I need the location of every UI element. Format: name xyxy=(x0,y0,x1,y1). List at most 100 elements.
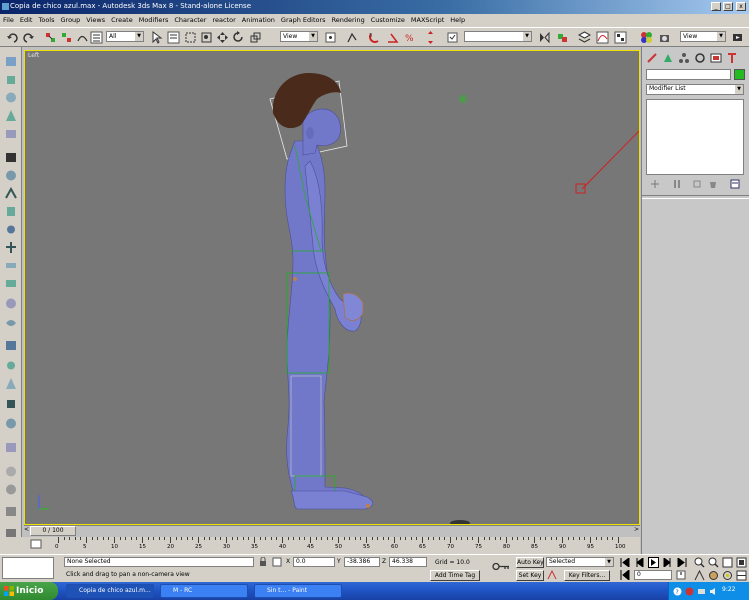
zoom-extents-all-icon[interactable] xyxy=(736,557,747,568)
selection-filter-dropdown[interactable]: All ▼ xyxy=(106,31,144,42)
viewport-label[interactable]: Left xyxy=(28,52,39,59)
menu-create[interactable]: Create xyxy=(108,14,136,24)
menu-file[interactable]: File xyxy=(0,14,17,24)
auto-key-button[interactable]: Auto Key xyxy=(516,557,544,568)
quick-render-icon[interactable] xyxy=(731,31,744,44)
mirror-icon[interactable] xyxy=(538,31,551,44)
pin-stack-icon[interactable] xyxy=(650,179,660,189)
select-and-move-icon[interactable] xyxy=(216,31,229,44)
window-crossing-icon[interactable] xyxy=(200,31,213,44)
tool-icon-22[interactable] xyxy=(4,465,18,478)
tool-icon-14[interactable] xyxy=(4,297,18,310)
tool-icon-24[interactable] xyxy=(4,505,18,518)
rectangular-selection-icon[interactable] xyxy=(184,31,197,44)
tool-icon-7[interactable] xyxy=(4,169,18,182)
zoom-all-icon[interactable] xyxy=(708,557,719,568)
taskbar-item-msn[interactable]: M - RC xyxy=(160,584,248,598)
absolute-mode-icon[interactable] xyxy=(272,557,282,567)
key-mode-toggle-icon[interactable] xyxy=(620,570,630,580)
key-icon[interactable] xyxy=(492,562,510,571)
select-and-rotate-icon[interactable] xyxy=(232,31,245,44)
modify-tab-icon[interactable] xyxy=(662,52,674,64)
reference-coordinate-dropdown[interactable]: View ▼ xyxy=(280,31,318,42)
previous-frame-icon[interactable] xyxy=(634,558,644,567)
time-slider-track[interactable] xyxy=(24,525,640,537)
tool-icon-12[interactable] xyxy=(4,259,18,272)
help-tray-icon[interactable]: ? xyxy=(673,587,682,596)
render-scene-icon[interactable] xyxy=(658,31,671,44)
menu-animation[interactable]: Animation xyxy=(239,14,278,24)
tool-icon-4[interactable] xyxy=(4,109,18,122)
layer-manager-icon[interactable] xyxy=(578,31,591,44)
tool-icon-8[interactable] xyxy=(4,187,18,200)
select-and-link-icon[interactable] xyxy=(44,31,57,44)
pivot-center-icon[interactable] xyxy=(324,31,337,44)
tool-icon-3[interactable] xyxy=(4,91,18,104)
render-type-dropdown[interactable]: View ▼ xyxy=(680,31,726,42)
time-prev-arrow-icon[interactable]: < xyxy=(24,526,30,536)
viewport-left[interactable] xyxy=(24,50,640,525)
configure-modifier-sets-icon[interactable] xyxy=(730,179,740,189)
display-tab-icon[interactable] xyxy=(710,52,722,64)
menu-maxscript[interactable]: MAXScript xyxy=(408,14,447,24)
play-icon[interactable] xyxy=(648,557,659,568)
tool-icon-19[interactable] xyxy=(4,397,18,410)
make-unique-icon[interactable] xyxy=(692,179,702,189)
menu-character[interactable]: Character xyxy=(171,14,209,24)
tool-icon-16[interactable] xyxy=(4,339,18,352)
menu-customize[interactable]: Customize xyxy=(368,14,408,24)
time-slider-knob[interactable]: 0 / 100 xyxy=(30,526,76,536)
x-coordinate-field[interactable]: 0.0 xyxy=(293,557,335,567)
pan-view-icon[interactable] xyxy=(708,570,719,581)
bind-space-warp-icon[interactable] xyxy=(76,31,89,44)
schematic-view-icon[interactable] xyxy=(614,31,627,44)
taskbar-item-3dsmax[interactable]: Copia de chico azul.m... xyxy=(66,584,154,598)
object-name-field[interactable] xyxy=(646,69,731,80)
add-time-tag-button[interactable]: Add Time Tag xyxy=(430,570,480,581)
zoom-extents-icon[interactable] xyxy=(722,557,733,568)
taskbar-item-paint[interactable]: Sin t... - Paint xyxy=(254,584,342,598)
tool-icon-9[interactable] xyxy=(4,205,18,218)
set-key-button[interactable]: Set Key xyxy=(516,570,544,581)
set-key-filter-icon[interactable] xyxy=(547,570,557,580)
select-object-icon[interactable] xyxy=(150,31,163,44)
z-coordinate-field[interactable]: 46.338 xyxy=(389,557,427,567)
time-configuration-icon[interactable] xyxy=(676,570,686,580)
remove-modifier-icon[interactable] xyxy=(708,179,718,189)
percent-snap-icon[interactable]: % xyxy=(404,31,417,44)
key-mode-dropdown[interactable]: Selected ▼ xyxy=(546,557,614,567)
material-editor-icon[interactable] xyxy=(640,31,653,44)
object-color-swatch[interactable] xyxy=(734,69,745,80)
menu-views[interactable]: Views xyxy=(83,14,108,24)
zoom-icon[interactable] xyxy=(694,557,705,568)
key-filters-button[interactable]: Key Filters... xyxy=(564,570,610,581)
select-and-manipulate-icon[interactable] xyxy=(346,31,359,44)
undo-icon[interactable] xyxy=(6,31,19,44)
unlink-icon[interactable] xyxy=(60,31,73,44)
hierarchy-icon[interactable] xyxy=(90,31,103,44)
maximize-button[interactable]: □ xyxy=(723,2,733,11)
menu-help[interactable]: Help xyxy=(447,14,468,24)
tool-icon-20[interactable] xyxy=(4,417,18,430)
open-mini-curve-editor-icon[interactable] xyxy=(30,539,42,549)
y-coordinate-field[interactable]: -38.386 xyxy=(344,557,380,567)
time-next-arrow-icon[interactable]: > xyxy=(634,526,640,536)
current-frame-field[interactable]: 0 xyxy=(634,570,672,580)
go-to-start-icon[interactable] xyxy=(620,558,630,567)
maxscript-listener-box[interactable] xyxy=(2,557,54,579)
tool-icon-2[interactable] xyxy=(4,73,18,86)
app-icon[interactable] xyxy=(2,3,9,10)
named-selection-icon[interactable] xyxy=(446,31,459,44)
tool-icon-1[interactable] xyxy=(4,55,18,68)
curve-editor-icon[interactable] xyxy=(596,31,609,44)
network-tray-icon[interactable] xyxy=(697,587,706,596)
tool-icon-17[interactable] xyxy=(4,359,18,372)
utilities-tab-icon[interactable] xyxy=(726,52,738,64)
menu-rendering[interactable]: Rendering xyxy=(329,14,368,24)
lock-selection-icon[interactable] xyxy=(258,557,268,567)
tool-icon-18[interactable] xyxy=(4,377,18,390)
tool-icon-13[interactable] xyxy=(4,277,18,290)
angle-snap-icon[interactable] xyxy=(386,31,399,44)
menu-reactor[interactable]: reactor xyxy=(209,14,238,24)
menu-modifiers[interactable]: Modifiers xyxy=(136,14,172,24)
